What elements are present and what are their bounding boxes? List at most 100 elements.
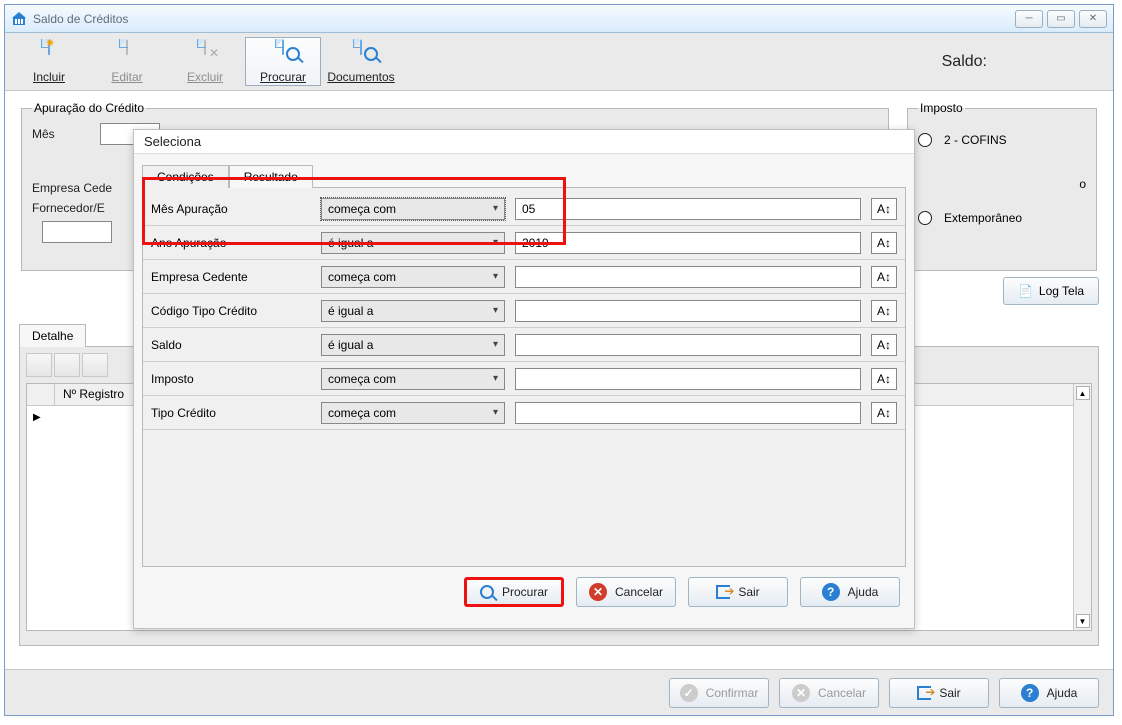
dialog-sair-button[interactable]: Sair — [688, 577, 788, 607]
dialog-title: Seleciona — [134, 130, 914, 154]
tab-condicoes[interactable]: Condições — [142, 165, 229, 188]
cond-row-empresa-cedente: Empresa Cedente começa com▾ A↕ — [143, 260, 905, 294]
mes-label: Mês — [32, 127, 92, 141]
dialog-ajuda-button[interactable]: ? Ajuda — [800, 577, 900, 607]
cond-label: Saldo — [151, 338, 311, 352]
edit-doc-icon — [115, 40, 139, 68]
procurar-button[interactable]: Procurar — [245, 37, 321, 86]
sort-icon: A↕ — [877, 270, 891, 284]
x-icon: ✕ — [792, 684, 810, 702]
sort-button[interactable]: A↕ — [871, 368, 897, 390]
cond-row-imposto: Imposto começa com▾ A↕ — [143, 362, 905, 396]
fornecedor-input[interactable] — [42, 221, 112, 243]
tab-resultado[interactable]: Resultado — [229, 165, 313, 188]
cancelar-button-main[interactable]: ✕ Cancelar — [779, 678, 879, 708]
ajuda-button-main[interactable]: ? Ajuda — [999, 678, 1099, 708]
scroll-up-icon[interactable]: ▲ — [1076, 386, 1090, 400]
radio-cofins[interactable] — [918, 133, 932, 147]
delete-doc-icon: ✕ — [193, 40, 217, 68]
incluir-button[interactable]: ✷ Incluir — [11, 37, 87, 86]
cond-row-tipo-credito: Tipo Crédito começa com▾ A↕ — [143, 396, 905, 430]
cond-operator-select[interactable]: começa com▾ — [321, 402, 505, 424]
fornecedor-label: Fornecedor/E — [32, 201, 132, 215]
cond-value-input[interactable] — [515, 198, 861, 220]
empresa-cedente-label: Empresa Cede — [32, 181, 132, 195]
minimize-button[interactable]: ─ — [1015, 10, 1043, 28]
new-doc-icon: ✷ — [37, 40, 61, 68]
exit-icon — [917, 686, 931, 700]
chevron-down-icon: ▾ — [493, 237, 498, 248]
excluir-button[interactable]: ✕ Excluir — [167, 37, 243, 86]
cond-label: Empresa Cedente — [151, 270, 311, 284]
cond-row-ano-apuracao: Ano Apuração é igual a▾ A↕ — [143, 226, 905, 260]
confirmar-button[interactable]: ✓ Confirmar — [669, 678, 769, 708]
sort-icon: A↕ — [877, 304, 891, 318]
sort-button[interactable]: A↕ — [871, 334, 897, 356]
sort-icon: A↕ — [877, 338, 891, 352]
sort-button[interactable]: A↕ — [871, 402, 897, 424]
exit-icon — [716, 585, 730, 599]
seleciona-dialog: Seleciona Condições Resultado Mês Apuraç… — [133, 129, 915, 629]
cond-row-codigo-tipo-credito: Código Tipo Crédito é igual a▾ A↕ — [143, 294, 905, 328]
close-button[interactable]: ✕ — [1079, 10, 1107, 28]
sort-button[interactable]: A↕ — [871, 266, 897, 288]
cond-operator-select[interactable]: é igual a▾ — [321, 300, 505, 322]
editar-button[interactable]: Editar — [89, 37, 165, 86]
radio-extemporaneo[interactable] — [918, 211, 932, 225]
dialog-body: Mês Apuração começa com▾ A↕ Ano Apuração… — [142, 187, 906, 567]
app-icon — [11, 11, 27, 27]
cond-value-input[interactable] — [515, 300, 861, 322]
apuracao-legend: Apuração do Crédito — [32, 101, 146, 115]
cond-row-mes-apuracao: Mês Apuração começa com▾ A↕ — [143, 192, 905, 226]
sort-icon: A↕ — [877, 406, 891, 420]
marker-o: o — [1079, 177, 1086, 191]
sair-button-main[interactable]: Sair — [889, 678, 989, 708]
chevron-down-icon: ▾ — [493, 203, 498, 214]
maximize-button[interactable]: ▭ — [1047, 10, 1075, 28]
tab-detalhe[interactable]: Detalhe — [19, 324, 86, 347]
dialog-buttons: Procurar ✕ Cancelar Sair ? Ajuda — [134, 567, 914, 607]
cond-value-input[interactable] — [515, 368, 861, 390]
mini-btn-1[interactable] — [26, 353, 52, 377]
imposto-group: Imposto 2 - COFINS o Extemporâneo — [907, 101, 1097, 271]
check-icon: ✓ — [680, 684, 698, 702]
window-title: Saldo de Créditos — [33, 12, 128, 26]
grid-vscrollbar[interactable]: ▲ ▼ — [1073, 384, 1091, 630]
sort-button[interactable]: A↕ — [871, 198, 897, 220]
sort-icon: A↕ — [877, 236, 891, 250]
mini-btn-3[interactable] — [82, 353, 108, 377]
titlebar: Saldo de Créditos ─ ▭ ✕ — [5, 5, 1113, 33]
cond-operator-select[interactable]: começa com▾ — [321, 266, 505, 288]
cond-value-input[interactable] — [515, 334, 861, 356]
bottom-bar: ✓ Confirmar ✕ Cancelar Sair ? Ajuda — [5, 669, 1113, 715]
cond-label: Ano Apuração — [151, 236, 311, 250]
cond-label: Mês Apuração — [151, 202, 311, 216]
grid-rownum-header — [27, 384, 55, 405]
log-tela-button[interactable]: 📄 Log Tela — [1003, 277, 1099, 305]
chevron-down-icon: ▾ — [493, 407, 498, 418]
documentos-button[interactable]: Documentos — [323, 37, 399, 86]
cond-label: Imposto — [151, 372, 311, 386]
cond-value-input[interactable] — [515, 266, 861, 288]
cond-operator-select[interactable]: começa com▾ — [321, 198, 505, 220]
cond-row-saldo: Saldo é igual a▾ A↕ — [143, 328, 905, 362]
cofins-label: 2 - COFINS — [944, 133, 1007, 147]
cond-value-input[interactable] — [515, 232, 861, 254]
cond-value-input[interactable] — [515, 402, 861, 424]
chevron-down-icon: ▾ — [493, 373, 498, 384]
chevron-down-icon: ▾ — [493, 339, 498, 350]
imposto-legend: Imposto — [918, 101, 965, 115]
cond-operator-select[interactable]: começa com▾ — [321, 368, 505, 390]
mini-btn-2[interactable] — [54, 353, 80, 377]
dialog-procurar-button[interactable]: Procurar — [464, 577, 564, 607]
cond-operator-select[interactable]: é igual a▾ — [321, 232, 505, 254]
scroll-down-icon[interactable]: ▼ — [1076, 614, 1090, 628]
cond-operator-select[interactable]: é igual a▾ — [321, 334, 505, 356]
help-icon: ? — [822, 583, 840, 601]
chevron-down-icon: ▾ — [493, 271, 498, 282]
x-icon: ✕ — [589, 583, 607, 601]
search-icon — [480, 585, 494, 599]
dialog-cancelar-button[interactable]: ✕ Cancelar — [576, 577, 676, 607]
sort-button[interactable]: A↕ — [871, 300, 897, 322]
sort-button[interactable]: A↕ — [871, 232, 897, 254]
